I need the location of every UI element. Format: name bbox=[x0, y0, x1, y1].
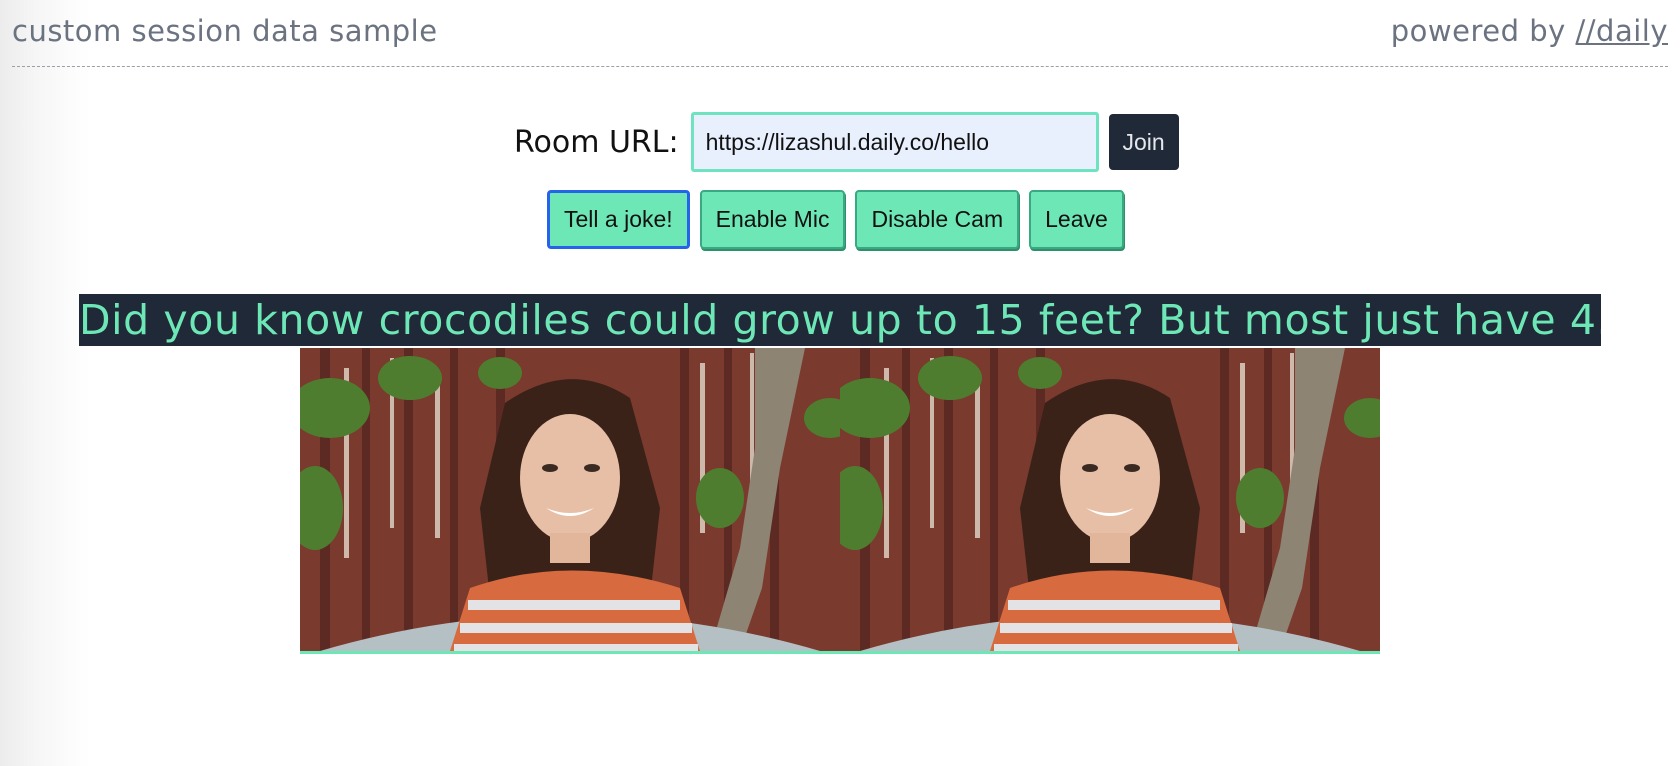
page-left-shadow bbox=[0, 0, 90, 766]
leave-button[interactable]: Leave bbox=[1029, 190, 1124, 249]
join-button[interactable]: Join bbox=[1108, 114, 1179, 170]
room-url-row: Room URL: Join bbox=[514, 112, 1179, 172]
daily-link[interactable]: //daily bbox=[1576, 14, 1669, 48]
tell-joke-button[interactable]: Tell a joke! bbox=[547, 190, 690, 249]
call-controls: Tell a joke! Enable Mic Disable Cam Leav… bbox=[547, 190, 1124, 249]
room-url-label: Room URL: bbox=[514, 124, 679, 160]
room-url-input[interactable] bbox=[690, 112, 1099, 172]
video-grid bbox=[300, 348, 1380, 654]
enable-mic-button[interactable]: Enable Mic bbox=[699, 190, 846, 249]
powered-by: powered by //daily bbox=[1391, 14, 1668, 48]
page-header: custom session data sample powered by //… bbox=[12, 0, 1668, 67]
disable-cam-button[interactable]: Disable Cam bbox=[855, 190, 1020, 249]
participant-video bbox=[840, 348, 1380, 651]
powered-by-label: powered by bbox=[1390, 14, 1576, 48]
participant-video bbox=[300, 348, 840, 651]
video-tile-remote bbox=[840, 348, 1380, 651]
video-tile-local bbox=[300, 348, 840, 651]
joke-banner: Did you know crocodiles could grow up to… bbox=[79, 294, 1601, 346]
page-title: custom session data sample bbox=[12, 14, 438, 48]
